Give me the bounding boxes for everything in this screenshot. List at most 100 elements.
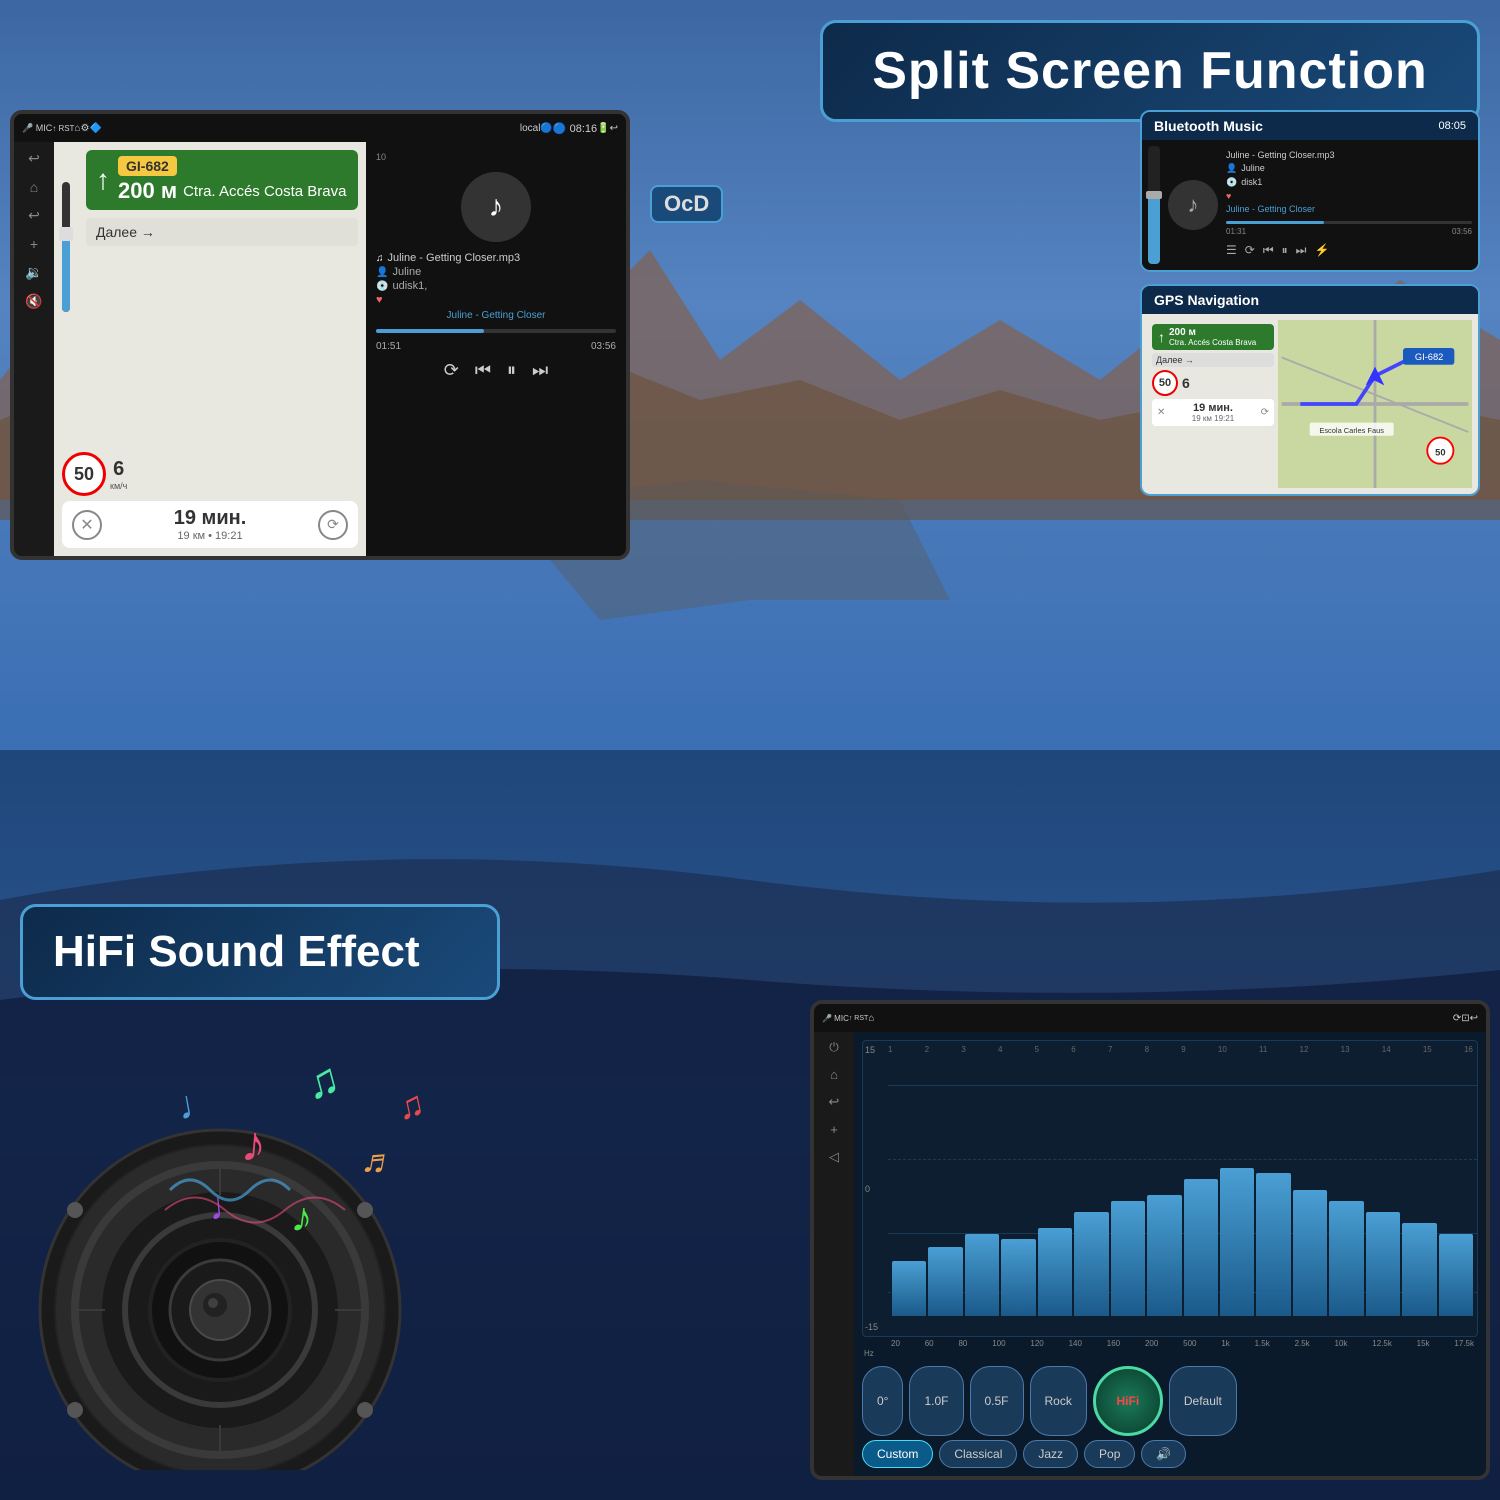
gps-eta: 19 мин.	[1192, 402, 1234, 414]
eq-bar-13	[1329, 1201, 1363, 1317]
eq-add-side[interactable]: +	[830, 1122, 838, 1137]
eq-bar-6	[1074, 1212, 1108, 1317]
music-progress-bar[interactable]	[376, 329, 616, 333]
speed-unit: км/ч	[110, 481, 127, 491]
sidebar-vol-down[interactable]: 🔉	[25, 264, 42, 281]
eq-power-icon[interactable]: ⏻	[829, 1040, 839, 1055]
svg-text:Escola Carles Faus: Escola Carles Faus	[1319, 426, 1384, 435]
bt-next-icon[interactable]: ⏭	[1296, 243, 1307, 258]
eq-btn-default[interactable]: Default	[1169, 1366, 1237, 1436]
bt-repeat-icon[interactable]: ⟳	[1245, 243, 1255, 258]
music-pane: 10 ♪ ♫ Juline - Getting Closer.mp3 👤 Jul…	[366, 142, 626, 556]
gps-navigation-header: GPS Navigation	[1142, 286, 1478, 314]
eq-btn-1f[interactable]: 1.0F	[909, 1366, 963, 1436]
eq-rst-label: ↑ RST	[849, 1015, 868, 1022]
gps-navigation-card: GPS Navigation ↑ 200 м Ctra. Accés Costa…	[1140, 284, 1480, 496]
sidebar-back2[interactable]: ↩	[28, 207, 40, 224]
nav-route-box: ↑ GI-682 200 м Ctra. Accés Costa Brava	[86, 150, 358, 210]
time-display: 🔵 08:16	[553, 122, 597, 135]
eq-btn-custom[interactable]: Custom	[862, 1440, 933, 1468]
play-btn[interactable]: ⏸	[507, 360, 516, 381]
hifi-title: HiFi Sound Effect	[53, 927, 467, 977]
sidebar-home[interactable]: ⌂	[30, 179, 38, 195]
eq-bar-9	[1184, 1179, 1218, 1317]
mic-label: 🎤 MIC	[22, 123, 52, 134]
bluetooth-music-header: Bluetooth Music 08:05	[1142, 112, 1478, 140]
music-subtitle: Juline - Getting Closer	[447, 310, 546, 321]
eq-btn-speaker[interactable]: 🔊	[1141, 1440, 1186, 1468]
svg-text:GI-682: GI-682	[1415, 352, 1444, 362]
eq-home-icon[interactable]: ⌂	[868, 1013, 874, 1024]
eq-bar-16	[1439, 1234, 1473, 1317]
speed-limit-circle: 50	[62, 452, 106, 496]
eq-sidebar: ⏻ ⌂ ↩ + ◁	[814, 1032, 854, 1476]
prev-btn[interactable]: ⏮	[475, 360, 491, 381]
battery-icon: 🔋	[597, 123, 609, 134]
eq-vol-side[interactable]: ◁	[829, 1149, 839, 1165]
eq-btn-rock[interactable]: Rock	[1030, 1366, 1087, 1436]
eq-bar-3	[965, 1234, 999, 1317]
music-notes-decoration: ♩ ♪ ♫ ♬ ♩ ♪ ♫	[160, 1040, 460, 1300]
current-speed: 6	[113, 458, 124, 481]
volume-slider[interactable]	[62, 182, 70, 312]
svg-text:♫: ♫	[393, 1082, 428, 1128]
bt-artist: Juline	[1241, 163, 1265, 174]
bt-pause-icon[interactable]: ⏸	[1282, 243, 1288, 258]
eq-win-icon[interactable]: ⊡	[1461, 1013, 1469, 1024]
speed-badge: 50 6 км/ч	[62, 452, 127, 496]
gps-navigation-content: ↑ 200 м Ctra. Accés Costa Brava Далее → …	[1142, 314, 1478, 494]
svg-text:♪: ♪	[239, 1115, 269, 1173]
eq-bar-4	[1001, 1239, 1035, 1316]
music-note-icon: ♪	[489, 190, 504, 224]
route-number: GI-682	[118, 156, 177, 176]
gps-next: Далее →	[1152, 353, 1274, 367]
bluetooth-icon: 🔵	[540, 123, 552, 134]
time-total: 03:56	[591, 341, 616, 352]
heart-icon: ♥	[376, 294, 383, 306]
bt-prev-icon[interactable]: ⏮	[1263, 243, 1274, 258]
eq-back-side[interactable]: ↩	[829, 1094, 840, 1110]
cancel-btn[interactable]: ✕	[72, 510, 102, 540]
rst-label: ↑ RST	[52, 124, 74, 133]
music-time: 01:51 03:56	[376, 341, 616, 352]
bt-music-icon: ♪	[1168, 180, 1218, 230]
eq-btn-jazz[interactable]: Jazz	[1023, 1440, 1078, 1468]
sidebar-back[interactable]: ↩	[28, 150, 40, 167]
bt-eq-icon[interactable]: ⚡	[1314, 243, 1329, 258]
eq-btn-05f[interactable]: 0.5F	[970, 1366, 1024, 1436]
eq-bars-container	[888, 1041, 1477, 1336]
bt-disk: disk1	[1241, 177, 1262, 188]
eta-time: 19 мин.	[174, 507, 247, 530]
bt-song: Juline - Getting Closer.mp3	[1226, 150, 1472, 160]
eq-chart-area: 15 0 -15	[862, 1040, 1478, 1337]
sidebar-mute[interactable]: 🔇	[25, 293, 42, 310]
eq-bar-14	[1366, 1212, 1400, 1317]
route-distance: 200 м	[118, 178, 177, 204]
eq-btn-0deg[interactable]: 0°	[862, 1366, 903, 1436]
back-btn[interactable]: ↩	[610, 123, 618, 134]
eq-bar-7	[1111, 1201, 1145, 1317]
bluetooth-music-card: Bluetooth Music 08:05 ♪ Juline - Getting…	[1140, 110, 1480, 272]
eq-back1[interactable]: ⟳	[1453, 1013, 1461, 1024]
sidebar-add[interactable]: +	[30, 236, 38, 252]
eq-buttons-row1: 0° 1.0F 0.5F Rock HiFi Default	[862, 1366, 1478, 1436]
location-text: local	[520, 123, 541, 134]
top-section: Split Screen Function OcD 🎤 MIC ↑ RST ⌂ …	[0, 0, 1500, 620]
eq-home-side[interactable]: ⌂	[830, 1067, 838, 1082]
gps-speed-val: 6	[1182, 375, 1190, 391]
vol-label: 10	[376, 152, 386, 162]
eq-btn-classical[interactable]: Classical	[939, 1440, 1017, 1468]
eq-bar-12	[1293, 1190, 1327, 1317]
gps-road: Ctra. Accés Costa Brava	[1169, 338, 1256, 347]
person-icon: 👤	[376, 267, 388, 278]
repeat-btn[interactable]: ⟳	[444, 360, 459, 381]
settings-icon[interactable]: ⚙	[81, 123, 90, 134]
gps-nav-title: GPS Navigation	[1154, 292, 1259, 308]
eq-btn-pop[interactable]: Pop	[1084, 1440, 1135, 1468]
eq-buttons-row2: Custom Classical Jazz Pop 🔊	[862, 1440, 1478, 1468]
bt-list-icon[interactable]: ☰	[1226, 243, 1237, 258]
bluetooth-music-title: Bluetooth Music	[1154, 118, 1263, 134]
next-btn[interactable]: ⏭	[532, 360, 548, 381]
eq-back-btn[interactable]: ↩	[1470, 1013, 1478, 1024]
reroute-btn[interactable]: ⟳	[318, 510, 348, 540]
